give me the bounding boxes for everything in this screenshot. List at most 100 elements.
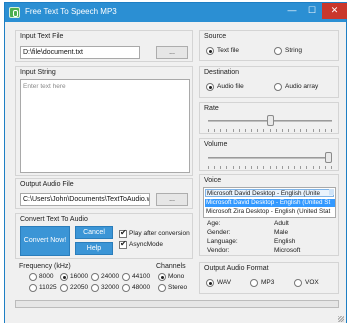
slider-tick [331,129,332,132]
voice-list[interactable]: Microsoft David Desktop - English (Unite… [203,187,336,218]
app-icon [9,7,20,18]
voice-group: Voice Microsoft David Desktop - English … [199,174,339,256]
source-radio-text-file[interactable] [206,47,214,55]
channel-radio-mono[interactable] [158,273,166,281]
source-group: Source Text file String [199,30,339,61]
slider-tick [263,166,265,169]
freq-radio-8000[interactable] [29,273,37,281]
freq-radio-44100[interactable] [122,273,130,281]
slider-tick [318,166,320,169]
freq-radio-24000[interactable] [91,273,99,281]
volume-slider-thumb[interactable] [325,152,332,163]
freq-label-22050: 22050 [70,284,89,291]
slider-tick [232,166,234,169]
slider-tick [294,129,296,132]
channel-label-mono: Mono [168,273,185,280]
freq-radio-48000[interactable] [122,284,130,292]
volume-group: Volume [199,138,339,171]
slider-tick [281,166,283,169]
app-window: Free Text To Speech MP3 — ☐ ✕ Input Text… [4,2,347,323]
slider-tick [294,166,296,169]
resize-grip-icon[interactable] [338,316,344,322]
status-bar [5,313,346,323]
input-string-group: Input String Enter text here [15,66,193,176]
slider-tick [312,129,314,132]
maximize-button[interactable]: ☐ [302,3,322,19]
input-file-browse-button[interactable]: ... [156,46,188,59]
output-format-group: Output Audio Format WAV MP3 VOX [199,262,339,294]
source-radio-string[interactable] [274,47,282,55]
slider-tick [324,129,326,132]
channels-group: Channels Mono Stereo [153,262,195,294]
volume-slider-track[interactable] [208,157,332,159]
freq-radio-16000[interactable] [60,273,68,281]
output-audio-file-label: Output Audio File [20,181,74,188]
slider-tick [208,166,209,169]
close-button[interactable]: ✕ [322,3,347,19]
window-title: Free Text To Speech MP3 [25,7,117,16]
output-format-label: Output Audio Format [204,265,269,272]
input-text-file-path[interactable]: D:\file\document.txt [20,46,140,59]
freq-radio-22050[interactable] [60,284,68,292]
voice-label: Voice [204,177,222,184]
voice-language-key: Language: [207,238,238,245]
rate-group: Rate [199,102,339,134]
slider-tick [300,129,302,132]
destination-radio-audio-array[interactable] [274,83,282,91]
async-mode-checkbox[interactable] [119,239,127,249]
slider-tick [214,129,216,132]
input-string-textarea[interactable]: Enter text here [20,79,190,173]
voice-age-value: Adult [274,220,289,227]
volume-slider-ticks [208,166,332,169]
slider-tick [281,129,283,132]
slider-tick [257,166,259,169]
slider-tick [232,129,234,132]
channel-radio-stereo[interactable] [158,284,166,292]
freq-label-32000: 32000 [101,284,120,291]
freq-radio-11025[interactable] [29,284,37,292]
rate-slider-thumb[interactable] [266,115,274,126]
slider-tick [318,129,320,132]
freq-label-16000: 16000 [70,273,89,280]
input-string-label: Input String [20,69,56,76]
source-label: Source [204,33,227,40]
volume-label: Volume [204,141,228,148]
slider-tick [251,166,253,169]
rate-slider-ticks [208,129,332,132]
format-radio-vox[interactable] [294,279,302,287]
slider-tick [244,129,246,132]
freq-label-24000: 24000 [101,273,120,280]
async-mode-label: AsyncMode [129,241,163,248]
play-after-conversion-checkbox[interactable] [119,228,127,238]
help-button[interactable]: Help [75,242,113,255]
slider-tick [275,129,277,132]
title-bar[interactable]: Free Text To Speech MP3 — ☐ ✕ [5,3,347,22]
output-file-browse-button[interactable]: ... [156,193,188,206]
output-audio-file-path[interactable]: C:\Users\John\Documents\TextToAudio.wav [20,193,150,206]
voice-item-zira[interactable]: Microsoft Zira Desktop - English (United… [205,208,335,216]
slider-tick [263,129,265,132]
slider-tick [331,166,332,169]
freq-radio-32000[interactable] [91,284,99,292]
slider-tick [226,129,228,132]
slider-tick [287,129,289,132]
slider-tick [251,129,253,132]
freq-label-44100: 44100 [132,273,151,280]
slider-tick [238,166,240,169]
channel-label-stereo: Stereo [168,284,188,291]
play-after-conversion-label: Play after conversion [129,230,190,237]
format-radio-wav[interactable] [206,279,214,287]
cancel-button[interactable]: Cancel [75,226,113,239]
voice-item-david[interactable]: Microsoft David Desktop - English (Unite… [205,199,335,207]
format-radio-mp3[interactable] [250,279,258,287]
slider-tick [220,166,222,169]
freq-label-8000: 8000 [39,273,54,280]
slider-tick [214,166,216,169]
destination-radio-audio-file[interactable] [206,83,214,91]
voice-list-current[interactable]: Microsoft David Desktop - English (Unite [205,189,334,197]
convert-now-button[interactable]: Convert Now! [20,226,70,256]
destination-label-audio-file: Audio file [217,83,244,90]
voice-list-scroll-icon[interactable] [329,189,334,195]
slider-tick [312,166,314,169]
minimize-button[interactable]: — [282,3,302,19]
